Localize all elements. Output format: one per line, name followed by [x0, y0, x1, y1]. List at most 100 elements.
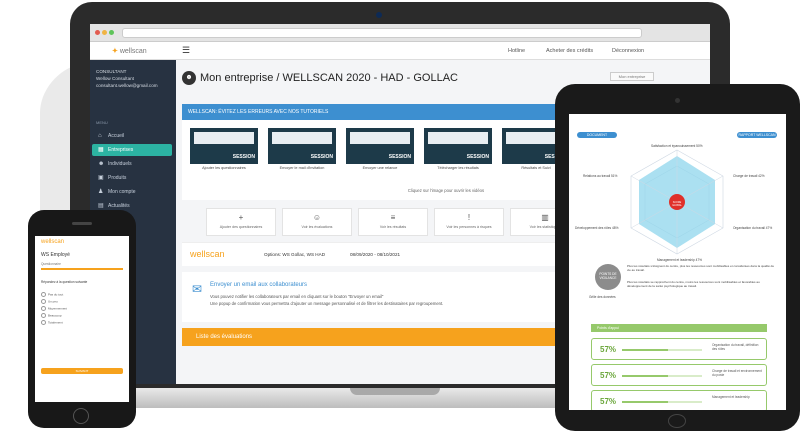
score-bar-fill [622, 401, 668, 403]
strengths-header: Points d'appui [591, 324, 767, 332]
sidebar-item-label: Individuels [108, 161, 132, 167]
view-results-button[interactable]: ≡ Voir les résultats [358, 208, 428, 236]
nav-hotline[interactable]: Hotline [508, 48, 525, 54]
tablet-camera [675, 98, 680, 103]
answer-option[interactable]: Totalement [41, 320, 63, 325]
answer-option[interactable]: Moyennement [41, 306, 67, 311]
browser-bar [90, 24, 710, 42]
company-icon: ☻ [182, 71, 196, 85]
device-mockup: ✦ wellscan ☰ Hotline Acheter des crédits… [0, 0, 800, 431]
view-at-risk-button[interactable]: ! Voir les personnes à risques [434, 208, 504, 236]
score-percent: 57% [600, 345, 617, 354]
top-nav: ✦ wellscan ☰ Hotline Acheter des crédits… [90, 42, 710, 60]
video-label: SESSION [388, 154, 411, 160]
score-bar [622, 349, 702, 351]
campaign-dates: 08/09/2020 - 08/10/2021 [350, 252, 401, 257]
radar-axis-label: Management et leadership 47% [657, 258, 703, 262]
radar-axis-label: Relations au travail 51% [583, 174, 618, 178]
tutorial-video[interactable]: SESSION [346, 128, 414, 164]
video-thumbnail [350, 132, 410, 144]
sidebar-user: CONSULTANT Wellow Consultant consultant.… [96, 68, 158, 89]
sidebar-item-label: Entreprises [108, 147, 134, 153]
radar-axis-label: Organisation du travail 47% [733, 226, 773, 230]
survey-question: Répondez à la question suivante [41, 280, 88, 284]
sidebar-item-accueil[interactable]: ⌂ Accueil [92, 130, 172, 142]
video-label: SESSION [232, 154, 255, 160]
alert-icon: ! [467, 213, 471, 222]
score-bar-fill [622, 349, 668, 351]
tutorial-caption: Envoyer une relance [362, 166, 398, 170]
maximize-dot[interactable] [109, 30, 114, 35]
tablet: DOCUMENT RÉSULTATS RAPPORT WELLSCAN Sati… [555, 84, 800, 431]
answer-option[interactable]: Beaucoup [41, 313, 62, 318]
user-email: consultant.wellow@gmail.com [96, 83, 158, 88]
video-thumbnail [272, 132, 332, 144]
radar-axis-label: Charge de travail 42% [733, 174, 765, 178]
action-label: Voir les personnes à risques [446, 225, 492, 229]
building-icon: ▦ [98, 147, 104, 153]
minimize-dot[interactable] [102, 30, 107, 35]
list-icon: ≡ [390, 213, 396, 222]
legend-bullet: Plus les résultats se rapprochent du cen… [627, 280, 760, 288]
home-icon: ⌂ [98, 133, 102, 139]
sidebar-item-mon-compte[interactable]: ♟ Mon compte [92, 186, 172, 198]
tablet-home-button[interactable] [668, 414, 686, 428]
tutorial-video[interactable]: SESSION [268, 128, 336, 164]
tutorial-caption: Télécharger les résultats [437, 166, 479, 170]
tutorial-video[interactable]: SESSION [424, 128, 492, 164]
next-button[interactable]: SUIVANT [41, 368, 123, 374]
campaign-options: Options: WS Gollac, WS HAD [264, 252, 326, 257]
nav-buy-credits[interactable]: Acheter des crédits [546, 48, 593, 54]
survey-title: WS Employé [41, 252, 70, 258]
phone-home-button[interactable] [73, 408, 89, 424]
video-label: SESSION [466, 154, 489, 160]
vigilance-badge: POINTS DE VIGILANCE [595, 264, 621, 290]
score-bar [622, 375, 702, 377]
radar-axis-label: Satisfaction et épanouissement 50% [651, 144, 703, 148]
radar-center-label: SCORE GLOBAL [672, 201, 682, 207]
legend-bullet: Plus les résultats s'éloignent du centre… [627, 264, 774, 272]
answer-option[interactable]: Pas du tout [41, 292, 63, 297]
score-card: 57% Charge de travail et environnement du… [591, 364, 767, 386]
user-icon: ♟ [98, 189, 104, 195]
score-label: Organisation du travail, définition des … [712, 343, 759, 351]
score-percent: 57% [600, 371, 617, 380]
phone: wellscan WS Employé Questionnaire Répond… [28, 210, 136, 428]
sidebar-item-label: Accueil [108, 133, 125, 139]
survey-subtitle: Questionnaire [41, 262, 61, 266]
tutorial-caption: Ajouter les questionnaires [202, 166, 246, 170]
sidebar-item-produits[interactable]: ▣ Produits [92, 172, 172, 184]
plus-icon: + [238, 213, 244, 222]
brand-text: wellscan [119, 48, 147, 55]
page-title: Mon entreprise / WELLSCAN 2020 - HAD - G… [200, 72, 458, 84]
phone-speaker [72, 222, 92, 225]
tablet-screen: DOCUMENT RÉSULTATS RAPPORT WELLSCAN Sati… [569, 114, 786, 410]
wellscan-logo: wellscan [41, 239, 65, 245]
close-dot[interactable] [95, 30, 100, 35]
video-thumbnail [194, 132, 254, 144]
action-label: Voir les évaluations [301, 225, 333, 229]
users-icon: ☺ [312, 213, 322, 222]
answer-option[interactable]: Un peu [41, 299, 58, 304]
sidebar-menu-label: MENU [96, 120, 108, 125]
email-text-line: Vous pouvez notifier les collaborateurs … [210, 294, 384, 299]
sidebar-item-entreprises[interactable]: ▦ Entreprises [92, 144, 172, 156]
sidebar-item-individuels[interactable]: ☻ Individuels [92, 158, 172, 170]
user-name: Wellow Consultant [96, 76, 134, 81]
add-questionnaire-button[interactable]: + Ajouter des questionnaires [206, 208, 276, 236]
brand-logo[interactable]: ✦ wellscan [112, 47, 147, 55]
address-bar[interactable] [122, 28, 642, 38]
report-pill: RAPPORT WELLSCAN [737, 132, 777, 138]
score-card: 57% Organisation du travail, définition d… [591, 338, 767, 360]
menu-toggle-icon[interactable]: ☰ [182, 45, 190, 56]
email-title[interactable]: Envoyer un email aux collaborateurs [210, 282, 307, 288]
phone-screen: wellscan WS Employé Questionnaire Répond… [35, 236, 129, 402]
score-card: 57% Management et leadership [591, 390, 767, 410]
tutorial-video[interactable]: SESSION [190, 128, 258, 164]
my-company-button[interactable]: Mon entreprise [610, 72, 654, 81]
survey-progress [41, 268, 123, 270]
envelope-icon: ✉ [192, 282, 203, 296]
nav-logout[interactable]: Déconnexion [612, 48, 644, 54]
view-evaluations-button[interactable]: ☺ Voir les évaluations [282, 208, 352, 236]
results-pill: DOCUMENT RÉSULTATS [577, 132, 617, 143]
